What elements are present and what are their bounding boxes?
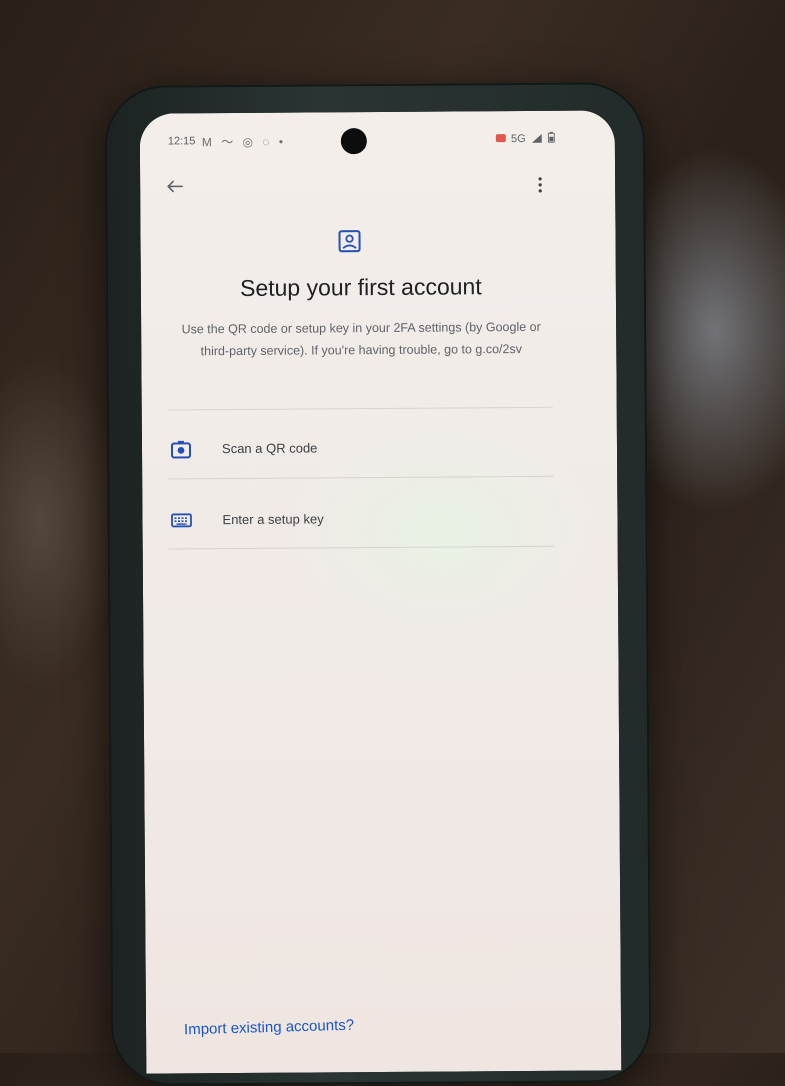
notification-icons: M ～ ◎ ◌ • <box>201 134 287 150</box>
page-description: Use the QR code or setup key in your 2FA… <box>181 319 541 359</box>
network-type: 5G <box>510 132 526 146</box>
phone-screen: 12:15 M ～ ◎ ◌ • 5G Setup your first acco… <box>139 110 622 1074</box>
setup-key-option[interactable]: Enter a setup key <box>160 492 560 551</box>
signal-icon <box>531 133 542 143</box>
divider <box>167 406 553 411</box>
keyboard-icon <box>171 513 192 528</box>
import-accounts-link[interactable]: Import existing accounts? <box>184 1017 355 1039</box>
account-box-icon <box>338 230 361 253</box>
status-time: 12:15 <box>167 135 196 148</box>
scan-qr-option[interactable]: Scan a QR code <box>160 421 560 480</box>
setup-key-label: Enter a setup key <box>222 511 324 528</box>
camera-icon <box>170 440 192 459</box>
recording-icon <box>495 134 506 143</box>
page-title: Setup your first account <box>239 273 482 301</box>
more-vert-icon[interactable] <box>533 173 547 197</box>
front-camera <box>340 128 367 155</box>
scan-qr-label: Scan a QR code <box>221 440 318 457</box>
battery-icon <box>547 131 555 143</box>
status-bar: 12:15 M ～ ◎ ◌ • 5G <box>140 128 615 157</box>
arrow-back-icon[interactable] <box>162 173 188 199</box>
status-right: 5G <box>495 131 555 146</box>
